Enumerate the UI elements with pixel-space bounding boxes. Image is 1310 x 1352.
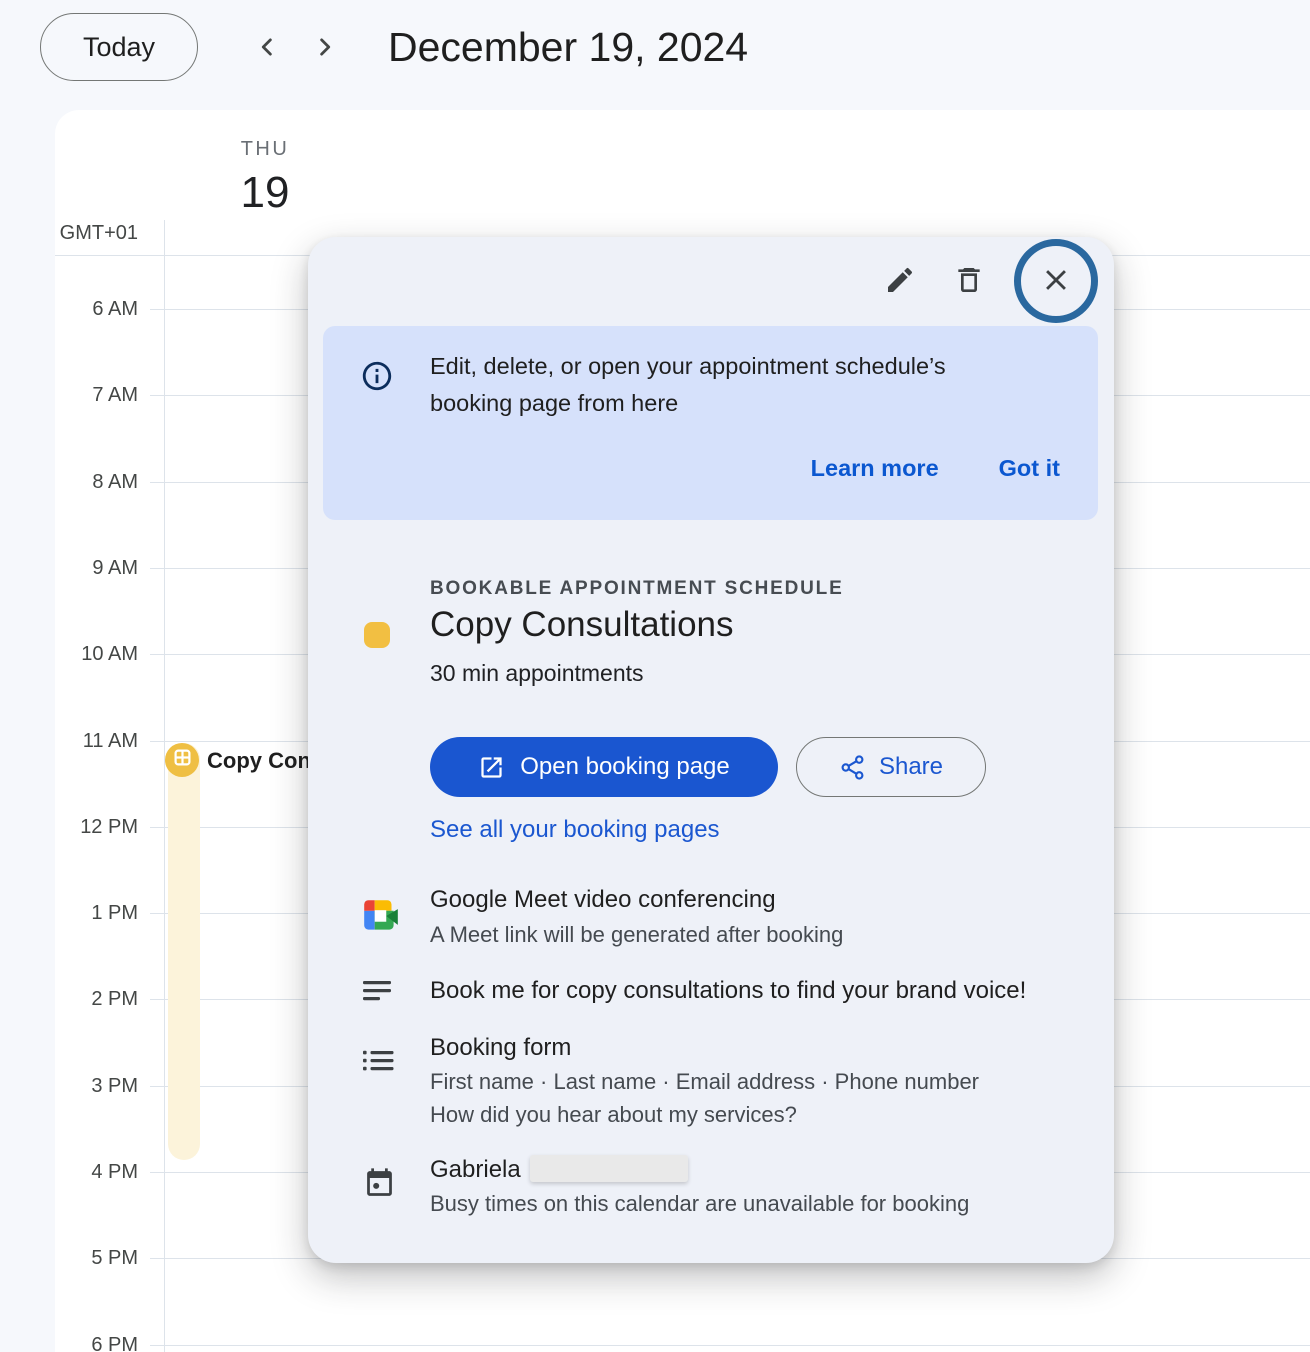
hour-tick [150,1345,164,1346]
info-icon [360,359,394,398]
meet-subtitle: A Meet link will be generated after book… [430,922,843,948]
hour-label: 6 AM [55,296,138,322]
appointment-schedule-popup: Edit, delete, or open your appointment s… [308,237,1114,1263]
booking-form-title: Booking form [430,1034,571,1062]
owner-row: Gabriela [430,1155,688,1184]
hour-tick [150,741,164,742]
hour-label: 5 PM [55,1245,138,1271]
hour-label: 12 PM [55,814,138,840]
share-icon [839,754,866,781]
day-column-border [164,220,165,1352]
trash-icon [953,264,985,299]
hour-tick [150,1086,164,1087]
hour-tick [150,395,164,396]
owner-name: Gabriela [430,1156,521,1183]
redacted-last-name [530,1155,688,1182]
open-in-new-icon [478,754,505,781]
description-icon [363,979,394,1005]
previous-day-button[interactable] [244,25,290,71]
hour-label: 9 AM [55,555,138,581]
open-booking-page-label: Open booking page [520,753,730,781]
grid-icon [173,748,192,772]
open-booking-page-button[interactable]: Open booking page [430,737,778,797]
hour-label: 1 PM [55,900,138,926]
share-button[interactable]: Share [796,737,986,797]
delete-button[interactable] [945,257,993,305]
booking-form-fields: First name · Last name · Email address ·… [430,1069,979,1095]
schedule-title: Copy Consultations [430,605,734,645]
hour-label: 3 PM [55,1073,138,1099]
day-number[interactable]: 19 [233,168,297,218]
booking-form-question: How did you hear about my services? [430,1102,797,1128]
chevron-left-icon [252,32,282,65]
date-title: December 19, 2024 [388,24,748,71]
calendar-header: Today December 19, 2024 [0,0,1310,110]
hour-label: 8 AM [55,469,138,495]
schedule-subtitle: 30 min appointments [430,660,644,687]
schedule-description: Book me for copy consultations to find y… [430,977,1026,1005]
day-name-label: THU [233,138,297,161]
hour-label: 7 AM [55,382,138,408]
booking-form-icon [363,1049,394,1075]
today-button-label: Today [83,32,155,63]
calendar-color-chip [364,622,390,648]
hour-label: 2 PM [55,986,138,1012]
hour-tick [150,568,164,569]
google-meet-icon [360,896,402,938]
hour-tick [150,654,164,655]
banner-message: Edit, delete, or open your appointment s… [430,348,1030,422]
got-it-link[interactable]: Got it [999,455,1060,482]
hour-tick [150,1172,164,1173]
hour-tick [150,482,164,483]
share-button-label: Share [879,753,943,781]
hour-tick [150,1258,164,1259]
hour-tick [150,999,164,1000]
meet-title: Google Meet video conferencing [430,886,776,914]
appointment-schedule-badge[interactable] [165,743,199,777]
hour-gridline [164,1345,1310,1346]
owner-note: Busy times on this calendar are unavaila… [430,1191,969,1217]
banner-links: Learn more Got it [811,455,1060,482]
pencil-icon [884,264,916,299]
hour-label: 4 PM [55,1159,138,1185]
hour-label: 11 AM [55,728,138,754]
learn-more-link[interactable]: Learn more [811,455,939,482]
chevron-right-icon [310,32,340,65]
hour-label: 10 AM [55,641,138,667]
next-day-button[interactable] [302,25,348,71]
hour-label: 6 PM [55,1332,138,1352]
edit-button[interactable] [876,257,924,305]
see-all-booking-pages-link[interactable]: See all your booking pages [430,816,720,844]
appointment-schedule-event[interactable] [168,743,200,1160]
info-banner: Edit, delete, or open your appointment s… [323,326,1098,520]
calendar-icon [363,1167,396,1200]
timezone-label: GMT+01 [57,222,138,245]
close-button[interactable] [1014,239,1098,323]
close-icon [1039,263,1073,300]
schedule-kicker: BOOKABLE APPOINTMENT SCHEDULE [430,578,844,600]
today-button[interactable]: Today [40,13,198,81]
hour-tick [150,913,164,914]
hour-tick [150,309,164,310]
hour-tick [150,827,164,828]
